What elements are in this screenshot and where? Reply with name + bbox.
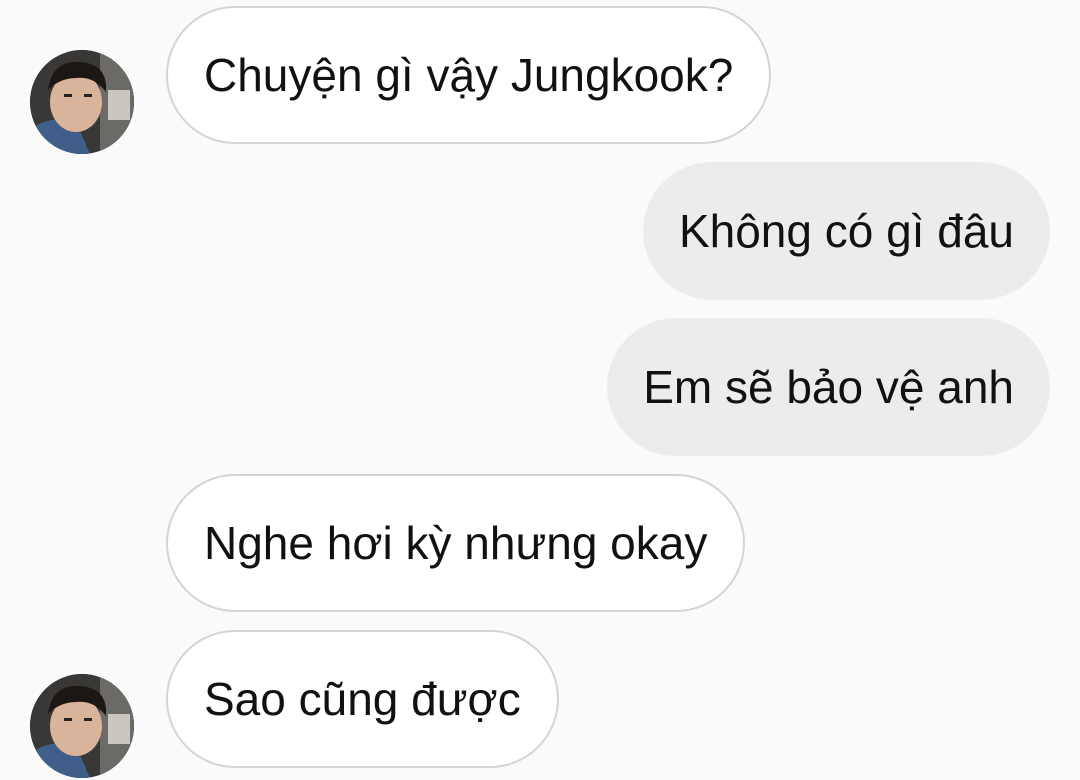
message-text: Không có gì đâu [678, 205, 1014, 257]
message-bubble-received[interactable]: Nghe hơi kỳ nhưng okay [166, 474, 746, 612]
message-bubble-sent[interactable]: Em sẽ bảo vệ anh [607, 318, 1050, 456]
message-bubble-sent[interactable]: Không có gì đâu [642, 162, 1050, 300]
message-text: Chuyện gì vậy Jungkook? [204, 49, 734, 101]
contact-avatar[interactable] [30, 50, 134, 154]
message-text: Nghe hơi kỳ nhưng okay [204, 517, 708, 569]
message-bubble-received[interactable]: Sao cũng được [166, 630, 559, 768]
contact-avatar[interactable] [30, 674, 134, 778]
message-bubble-received[interactable]: Chuyện gì vậy Jungkook? [166, 6, 772, 144]
avatar-photo-icon [30, 50, 134, 154]
message-text: Sao cũng được [204, 673, 521, 725]
message-text: Em sẽ bảo vệ anh [643, 361, 1014, 413]
avatar-photo-icon [30, 674, 134, 778]
